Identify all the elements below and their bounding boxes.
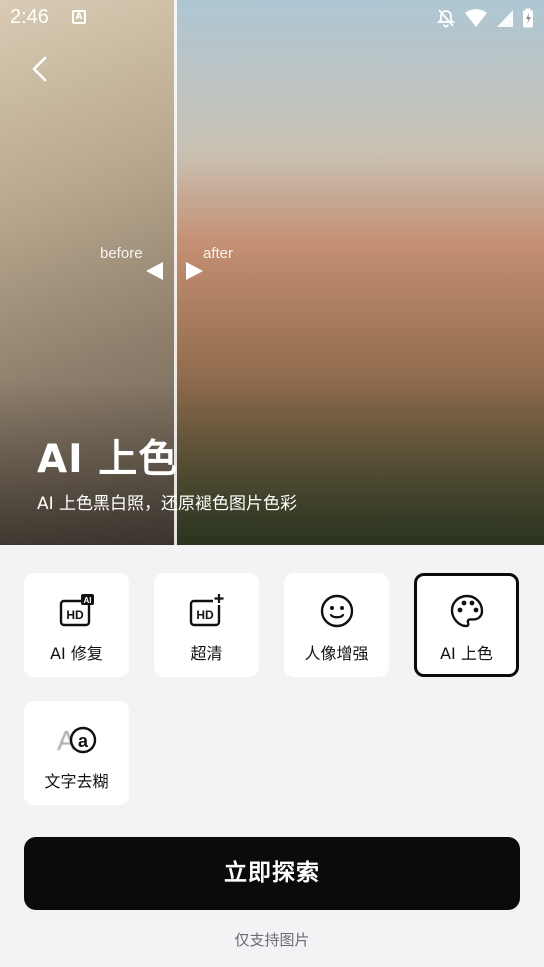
before-label: before: [100, 245, 143, 262]
slider-left-arrow-icon[interactable]: [146, 262, 163, 280]
tool-label: AI 上色: [440, 644, 493, 663]
notification-a-icon: A: [72, 10, 86, 24]
svg-text:HD: HD: [66, 608, 84, 622]
cell-signal-icon: [497, 10, 513, 27]
wifi-icon: [465, 9, 487, 27]
tool-label: 文字去糊: [44, 772, 109, 791]
tool-label: AI 修复: [50, 644, 103, 663]
tool-text-deblur[interactable]: A a 文字去糊: [24, 701, 129, 805]
hd-plus-icon: HD: [189, 593, 225, 627]
hd-ai-icon: HD AI: [59, 594, 94, 627]
slider-right-arrow-icon[interactable]: [186, 262, 203, 280]
bell-off-icon: [436, 9, 456, 28]
after-label: after: [203, 245, 234, 262]
status-bar: 2:46 A: [0, 0, 544, 36]
palette-icon: [450, 594, 483, 628]
explore-now-button[interactable]: 立即探索: [24, 837, 520, 910]
tool-super-resolution[interactable]: HD 超清: [154, 573, 259, 677]
svg-text:AI: AI: [83, 596, 91, 605]
battery-charging-icon: [523, 8, 533, 28]
svg-text:HD: HD: [196, 608, 214, 622]
back-chevron-icon[interactable]: [26, 54, 54, 84]
status-time: 2:46: [10, 6, 49, 28]
tool-portrait-enhance[interactable]: 人像增强: [284, 573, 389, 677]
images-only-note: 仅支持图片: [234, 931, 310, 949]
tool-label: 超清: [190, 644, 223, 663]
tool-label: 人像增强: [304, 644, 369, 663]
svg-text:a: a: [77, 731, 88, 751]
feature-title: AI 上色: [37, 437, 179, 482]
text-deblur-icon: A a: [57, 725, 96, 756]
tool-ai-repair[interactable]: HD AI AI 修复: [24, 573, 129, 677]
tool-ai-colorize[interactable]: AI 上色: [414, 573, 519, 677]
feature-subtitle: AI 上色黑白照，还原褪色图片色彩: [37, 494, 298, 514]
hero-comparison-image: before after AI 上色 AI 上色黑白照，还原褪色图片色彩: [0, 0, 544, 545]
face-icon: [320, 594, 353, 628]
